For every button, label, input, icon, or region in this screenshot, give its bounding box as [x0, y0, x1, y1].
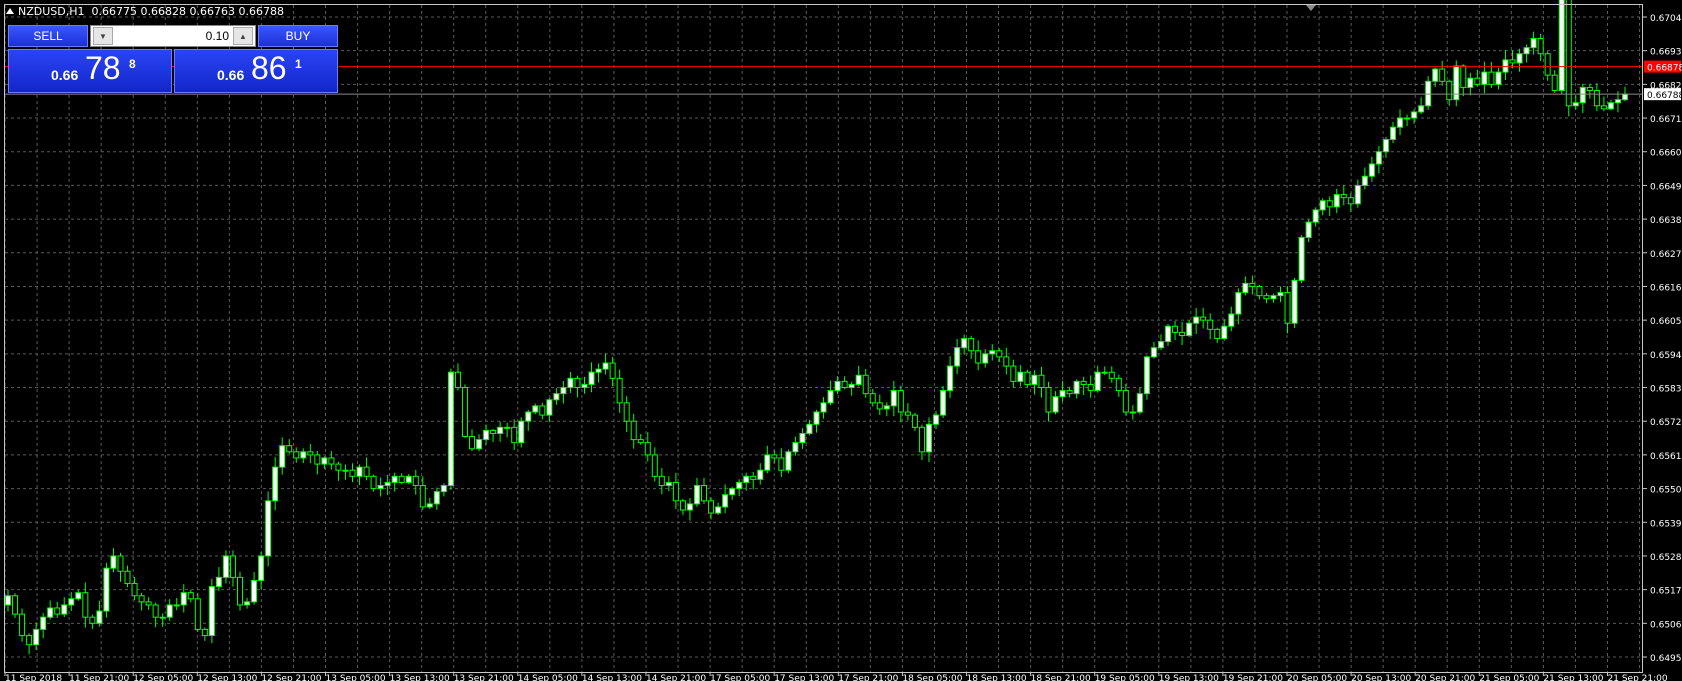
chevron-down-icon: ▼ — [99, 31, 107, 41]
chevron-up-icon: ▲ — [239, 31, 247, 41]
ohlc-values: 0.66775 0.66828 0.66763 0.66788 — [91, 5, 284, 18]
time-tick-label: 12 Sep 05:00 — [133, 674, 193, 681]
time-tick-label: 19 Sep 21:00 — [1223, 674, 1283, 681]
price-tick-label: 0.66710 — [1650, 115, 1682, 125]
collapse-triangle-icon[interactable] — [6, 8, 14, 14]
time-tick-label: 14 Sep 05:00 — [518, 674, 578, 681]
time-tick-label: 14 Sep 21:00 — [646, 674, 706, 681]
price-tick-label: 0.65060 — [1650, 620, 1682, 630]
buy-price-panel[interactable]: 0.66 86 1 — [174, 49, 338, 93]
price-tick-label: 0.65830 — [1650, 385, 1682, 395]
time-tick-label: 14 Sep 13:00 — [582, 674, 642, 681]
price-tick-label: 0.66050 — [1650, 317, 1682, 327]
time-tick-label: 19 Sep 05:00 — [1095, 674, 1155, 681]
lot-size-control: ▼ ▲ — [90, 25, 256, 47]
sell-price-big: 78 — [85, 50, 121, 86]
time-tick-label: 11 Sep 21:00 — [69, 674, 129, 681]
price-tick-label: 0.66820 — [1650, 81, 1682, 91]
price-tick-label: 0.65720 — [1650, 418, 1682, 428]
ask-price-label: 0.66878 — [1647, 64, 1682, 74]
time-tick-label: 11 Sep 2018 — [5, 674, 62, 681]
time-tick-label: 21 Sep 05:00 — [1479, 674, 1539, 681]
symbol-header: NZDUSD,H1 0.66775 0.66828 0.66763 0.6678… — [6, 5, 284, 18]
time-tick-label: 20 Sep 21:00 — [1415, 674, 1475, 681]
price-tick-label: 0.66380 — [1650, 216, 1682, 226]
time-tick-label: 21 Sep 21:00 — [1608, 674, 1668, 681]
sell-button[interactable]: SELL — [8, 25, 88, 47]
price-tick-label: 0.67040 — [1650, 14, 1682, 24]
lot-size-input[interactable] — [115, 27, 231, 45]
lot-increase-button[interactable]: ▲ — [233, 27, 253, 45]
time-tick-label: 18 Sep 21:00 — [1031, 674, 1091, 681]
price-tick-label: 0.65280 — [1650, 553, 1682, 563]
bid-price-label: 0.66788 — [1647, 91, 1682, 101]
time-tick-label: 12 Sep 21:00 — [261, 674, 321, 681]
price-tick-label: 0.65940 — [1650, 351, 1682, 361]
time-tick-label: 13 Sep 05:00 — [326, 674, 386, 681]
price-tick-label: 0.65500 — [1650, 486, 1682, 496]
time-tick-label: 17 Sep 21:00 — [838, 674, 898, 681]
time-tick-label: 17 Sep 05:00 — [710, 674, 770, 681]
buy-price-prefix: 0.66 — [217, 67, 245, 83]
price-tick-label: 0.66930 — [1650, 48, 1682, 58]
price-tick-label: 0.65170 — [1650, 587, 1682, 597]
symbol-name: NZDUSD,H1 — [18, 5, 85, 18]
time-tick-label: 12 Sep 13:00 — [197, 674, 257, 681]
time-tick-label: 21 Sep 13:00 — [1543, 674, 1603, 681]
time-tick-label: 17 Sep 13:00 — [774, 674, 834, 681]
time-tick-label: 13 Sep 13:00 — [390, 674, 450, 681]
one-click-trading-panel: SELL ▼ ▲ BUY 0.66 78 8 0.66 86 1 — [8, 25, 338, 93]
price-tick-label: 0.64950 — [1650, 654, 1682, 664]
sell-price-sup: 8 — [129, 57, 136, 71]
price-tick-label: 0.65610 — [1650, 452, 1682, 462]
time-tick-label: 19 Sep 13:00 — [1159, 674, 1219, 681]
buy-price-sup: 1 — [295, 57, 302, 71]
lot-decrease-button[interactable]: ▼ — [93, 27, 113, 45]
price-tick-label: 0.66160 — [1650, 283, 1682, 293]
chart-window[interactable]: 0.668780.66788 0.670400.669300.668200.66… — [0, 0, 1682, 681]
plot-frame — [4, 4, 1643, 673]
sell-price-prefix: 0.66 — [51, 67, 79, 83]
time-tick-label: 18 Sep 05:00 — [902, 674, 962, 681]
time-tick-label: 20 Sep 13:00 — [1351, 674, 1411, 681]
buy-button[interactable]: BUY — [258, 25, 338, 47]
price-tick-label: 0.66600 — [1650, 149, 1682, 159]
time-tick-label: 13 Sep 21:00 — [454, 674, 514, 681]
price-tick-label: 0.66490 — [1650, 182, 1682, 192]
time-tick-label: 18 Sep 13:00 — [967, 674, 1027, 681]
time-tick-label: 20 Sep 05:00 — [1287, 674, 1347, 681]
price-tick-label: 0.65390 — [1650, 519, 1682, 529]
sell-price-panel[interactable]: 0.66 78 8 — [8, 49, 172, 93]
price-tick-label: 0.66270 — [1650, 250, 1682, 260]
buy-price-big: 86 — [251, 50, 287, 86]
